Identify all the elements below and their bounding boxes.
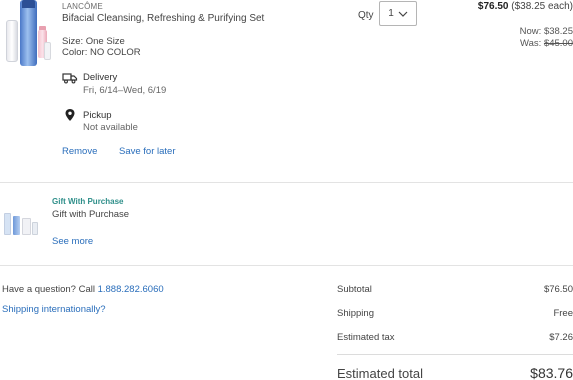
- product-brand: LANCÔME: [62, 2, 103, 11]
- phone-link[interactable]: 1.888.282.6060: [98, 284, 164, 295]
- now-value: $38.25: [543, 26, 573, 37]
- pickup-label: Pickup: [83, 110, 112, 121]
- gift-badge: Gift With Purchase: [52, 197, 124, 206]
- quantity-select[interactable]: 1: [379, 1, 417, 26]
- chevron-down-icon: [398, 9, 408, 19]
- line-price: $76.50 ($38.25 each): [478, 1, 573, 12]
- divider: [0, 182, 573, 183]
- delivery-label: Delivery: [83, 72, 118, 83]
- product-name[interactable]: Bifacial Cleansing, Refreshing & Purifyi…: [62, 13, 264, 24]
- qty-label: Qty: [358, 10, 374, 21]
- divider: [0, 265, 573, 266]
- gift-name: Gift with Purchase: [52, 209, 130, 220]
- help-question: Have a question? Call: [2, 284, 95, 295]
- subtotal-value: $76.50: [543, 284, 573, 295]
- location-pin-icon: [64, 108, 78, 122]
- was-price: Was: $45.00: [520, 38, 573, 49]
- was-label: Was:: [520, 38, 542, 49]
- shipping-value: Free: [553, 308, 573, 319]
- product-image[interactable]: [0, 0, 52, 66]
- summary-divider: [337, 354, 573, 355]
- pickup-status: Not available: [83, 122, 138, 133]
- shipping-international-link[interactable]: Shipping internationally?: [2, 304, 106, 315]
- now-price: Now: $38.25: [520, 26, 573, 37]
- product-color: Color: NO COLOR: [62, 47, 141, 58]
- see-more-link[interactable]: See more: [52, 236, 93, 247]
- tax-label: Estimated tax: [337, 332, 395, 343]
- now-label: Now:: [519, 26, 542, 37]
- subtotal-label: Subtotal: [337, 284, 372, 295]
- save-for-later-button[interactable]: Save for later: [119, 146, 176, 157]
- shipping-label: Shipping: [337, 308, 374, 319]
- truck-icon: [62, 71, 78, 85]
- delivery-dates: Fri, 6/14–Wed, 6/19: [83, 85, 167, 96]
- help-text: Have a question? Call 1.888.282.6060: [2, 284, 164, 295]
- tax-value: $7.26: [549, 332, 573, 343]
- total-value: $83.76: [530, 365, 573, 380]
- was-value: $45.00: [543, 38, 573, 49]
- unit-price: ($38.25 each): [511, 1, 573, 12]
- total-label: Estimated total: [337, 366, 423, 380]
- gift-image: [2, 210, 42, 236]
- line-total: $76.50: [477, 1, 509, 12]
- remove-button[interactable]: Remove: [62, 146, 97, 157]
- product-size: Size: One Size: [62, 36, 125, 47]
- quantity-value: 1: [388, 8, 394, 19]
